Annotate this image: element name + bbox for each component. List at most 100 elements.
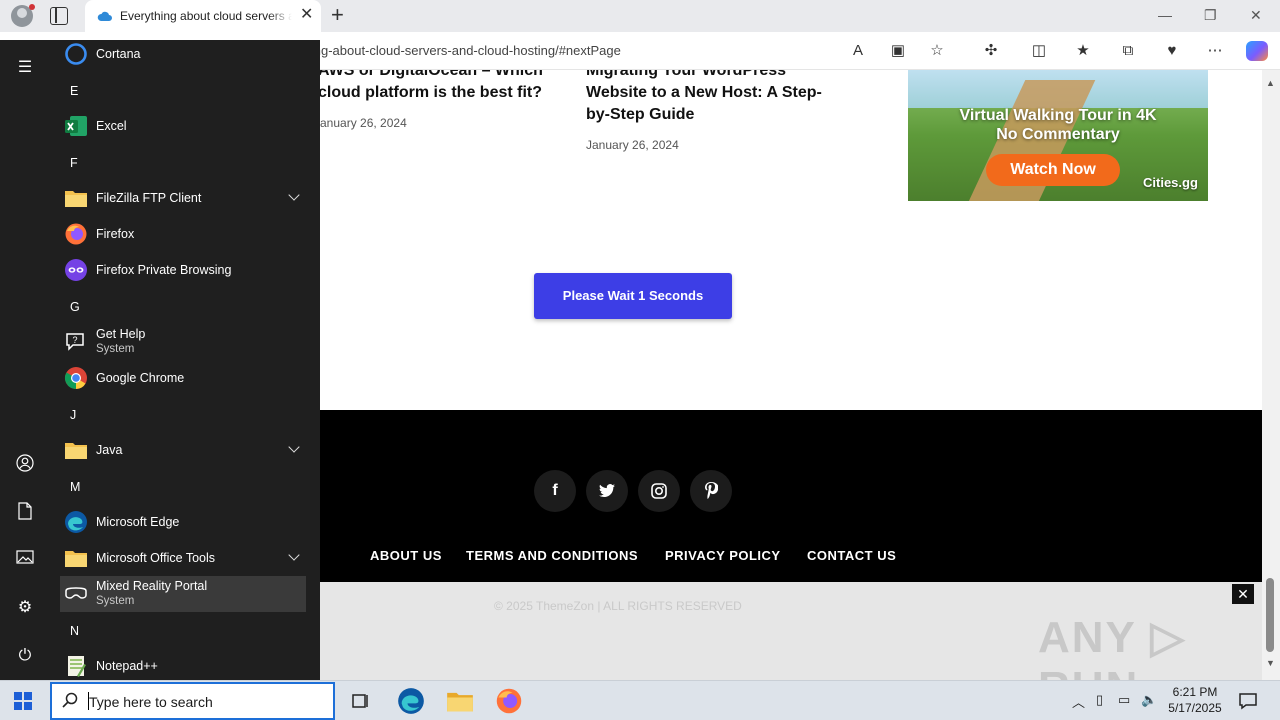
edge-icon bbox=[65, 511, 87, 533]
post-title-2[interactable]: Migrating Your WordPress Website to a Ne… bbox=[586, 70, 822, 126]
tab-title: Everything about cloud servers and cloud… bbox=[120, 9, 292, 23]
browser-tab-bar: Everything about cloud servers and cloud… bbox=[0, 0, 1280, 32]
watch-now-button[interactable]: Watch Now bbox=[986, 154, 1120, 186]
firefox-taskbar-icon[interactable] bbox=[495, 687, 523, 715]
folder-icon bbox=[65, 551, 87, 567]
clock-date: 5/17/2025 bbox=[1168, 701, 1222, 715]
get-help-icon: ? bbox=[66, 333, 84, 351]
favorite-star-icon[interactable]: ☆ bbox=[928, 42, 946, 60]
letter-header[interactable]: J bbox=[70, 408, 76, 422]
letter-header[interactable]: N bbox=[70, 624, 79, 638]
minimize-icon[interactable]: — bbox=[1158, 7, 1172, 23]
letter-header[interactable]: E bbox=[70, 84, 78, 98]
app-item-mixed-reality[interactable]: Mixed Reality Portal System bbox=[60, 576, 306, 612]
split-screen-icon[interactable]: ◫ bbox=[1030, 42, 1048, 60]
file-explorer-icon[interactable] bbox=[446, 687, 474, 715]
restore-icon[interactable]: ❐ bbox=[1204, 7, 1217, 24]
instagram-icon[interactable] bbox=[638, 470, 680, 512]
footer-link-privacy[interactable]: PRIVACY POLICY bbox=[665, 548, 781, 563]
chevron-down-icon[interactable] bbox=[288, 549, 300, 561]
app-item-excel[interactable]: Excel bbox=[60, 108, 306, 144]
taskbar-search-input[interactable]: Type here to search bbox=[50, 682, 335, 720]
user-account-icon[interactable] bbox=[15, 454, 35, 474]
firefox-icon bbox=[65, 223, 87, 245]
close-ad-icon[interactable]: ✕ bbox=[1232, 584, 1254, 604]
tab-actions-icon[interactable] bbox=[50, 7, 68, 25]
video-ad-banner[interactable]: Virtual Walking Tour in 4K No Commentary… bbox=[908, 70, 1208, 201]
folder-item-filezilla[interactable]: FileZilla FTP Client bbox=[60, 180, 306, 216]
app-label: Get Help bbox=[96, 327, 146, 341]
app-label: Cortana bbox=[96, 47, 141, 61]
collections-icon[interactable]: ⧉ bbox=[1119, 42, 1137, 60]
tab-close-icon[interactable]: ✕ bbox=[300, 7, 313, 23]
page-scrollbar[interactable]: ▲ ▼ bbox=[1262, 70, 1280, 680]
folder-item-office-tools[interactable]: Microsoft Office Tools bbox=[60, 540, 306, 576]
url-field[interactable]: thing-about-cloud-servers-and-cloud-host… bbox=[300, 43, 621, 58]
start-menu-rail: ☰ ⚙ ⏻ bbox=[0, 40, 50, 680]
more-menu-icon[interactable]: ⋯ bbox=[1206, 42, 1224, 60]
scroll-thumb[interactable] bbox=[1266, 578, 1274, 652]
app-label: Firefox Private Browsing bbox=[96, 263, 232, 277]
search-placeholder: Type here to search bbox=[89, 694, 213, 710]
copilot-icon[interactable] bbox=[1246, 41, 1268, 61]
power-icon[interactable]: ⏻ bbox=[15, 646, 35, 666]
app-item-cortana[interactable]: Cortana bbox=[60, 40, 306, 72]
app-label: Firefox bbox=[96, 227, 135, 241]
app-item-chrome[interactable]: Google Chrome bbox=[60, 360, 306, 396]
post-date-2: January 26, 2024 bbox=[586, 138, 679, 152]
folder-icon bbox=[65, 443, 87, 459]
letter-header[interactable]: F bbox=[70, 156, 78, 170]
firefox-private-icon bbox=[65, 259, 87, 281]
app-label: Notepad++ bbox=[96, 659, 158, 673]
notepad-plus-icon bbox=[68, 656, 86, 677]
footer-link-contact[interactable]: CONTACT US bbox=[807, 548, 896, 563]
settings-gear-icon[interactable]: ⚙ bbox=[15, 598, 35, 618]
immersive-reader-icon[interactable]: ▣ bbox=[889, 42, 907, 60]
app-item-firefox[interactable]: Firefox bbox=[60, 216, 306, 252]
close-window-icon[interactable]: ✕ bbox=[1250, 7, 1262, 24]
chrome-icon bbox=[65, 367, 87, 389]
read-aloud-icon[interactable]: A bbox=[849, 42, 867, 60]
chevron-down-icon[interactable] bbox=[288, 441, 300, 453]
facebook-icon[interactable]: f bbox=[534, 470, 576, 512]
notifications-icon[interactable] bbox=[1234, 687, 1262, 715]
post-title-line: cloud platform is the best fit? bbox=[318, 84, 543, 101]
copyright-text: © 2025 ThemeZon | ALL RIGHTS RESERVED bbox=[494, 599, 742, 613]
task-view-icon[interactable] bbox=[346, 687, 374, 715]
chevron-down-icon[interactable] bbox=[288, 189, 300, 201]
post-title-1[interactable]: AWS or DigitalOcean – Which cloud platfo… bbox=[318, 70, 543, 104]
tray-chevron-up-icon[interactable]: ︿ bbox=[1072, 692, 1085, 711]
please-wait-button[interactable]: Please Wait 1 Seconds bbox=[534, 273, 732, 319]
app-label: Excel bbox=[96, 119, 127, 133]
scroll-down-icon[interactable]: ▼ bbox=[1266, 658, 1275, 668]
footer-link-about[interactable]: ABOUT US bbox=[370, 548, 442, 563]
network-icon[interactable]: ▭ bbox=[1118, 692, 1130, 708]
anyrun-watermark: ANY ▷ RUN bbox=[1038, 613, 1187, 680]
pinterest-icon[interactable] bbox=[690, 470, 732, 512]
edge-taskbar-icon[interactable] bbox=[397, 687, 425, 715]
letter-header[interactable]: G bbox=[70, 300, 80, 314]
start-menu: ☰ ⚙ ⏻ Cortana E Excel F FileZilla FTP Cl… bbox=[0, 40, 320, 680]
windows-start-icon[interactable] bbox=[14, 692, 32, 710]
favorites-icon[interactable]: ★ bbox=[1074, 42, 1092, 60]
app-item-get-help[interactable]: ? Get Help System bbox=[60, 324, 306, 360]
system-clock[interactable]: 6:21 PM 5/17/2025 bbox=[1160, 684, 1230, 716]
footer-link-terms[interactable]: TERMS AND CONDITIONS bbox=[466, 548, 638, 563]
extensions-icon[interactable]: ✣ bbox=[982, 42, 1000, 60]
new-tab-button[interactable]: + bbox=[331, 4, 344, 26]
tray-device-icon[interactable]: ▯ bbox=[1096, 692, 1103, 708]
app-item-edge[interactable]: Microsoft Edge bbox=[60, 504, 306, 540]
volume-icon[interactable]: 🔈 bbox=[1141, 692, 1157, 708]
twitter-icon[interactable] bbox=[586, 470, 628, 512]
browser-tab[interactable]: Everything about cloud servers and cloud… bbox=[85, 0, 321, 32]
app-item-firefox-private[interactable]: Firefox Private Browsing bbox=[60, 252, 306, 288]
app-item-notepad-plus[interactable]: Notepad++ bbox=[60, 648, 306, 680]
pictures-icon[interactable] bbox=[15, 550, 35, 570]
app-label: Java bbox=[96, 443, 123, 457]
scroll-up-icon[interactable]: ▲ bbox=[1266, 78, 1275, 88]
performance-icon[interactable]: ♥ bbox=[1163, 42, 1181, 60]
hamburger-menu-icon[interactable]: ☰ bbox=[15, 58, 35, 78]
folder-item-java[interactable]: Java bbox=[60, 432, 306, 468]
documents-icon[interactable] bbox=[15, 502, 35, 522]
letter-header[interactable]: M bbox=[70, 480, 80, 494]
